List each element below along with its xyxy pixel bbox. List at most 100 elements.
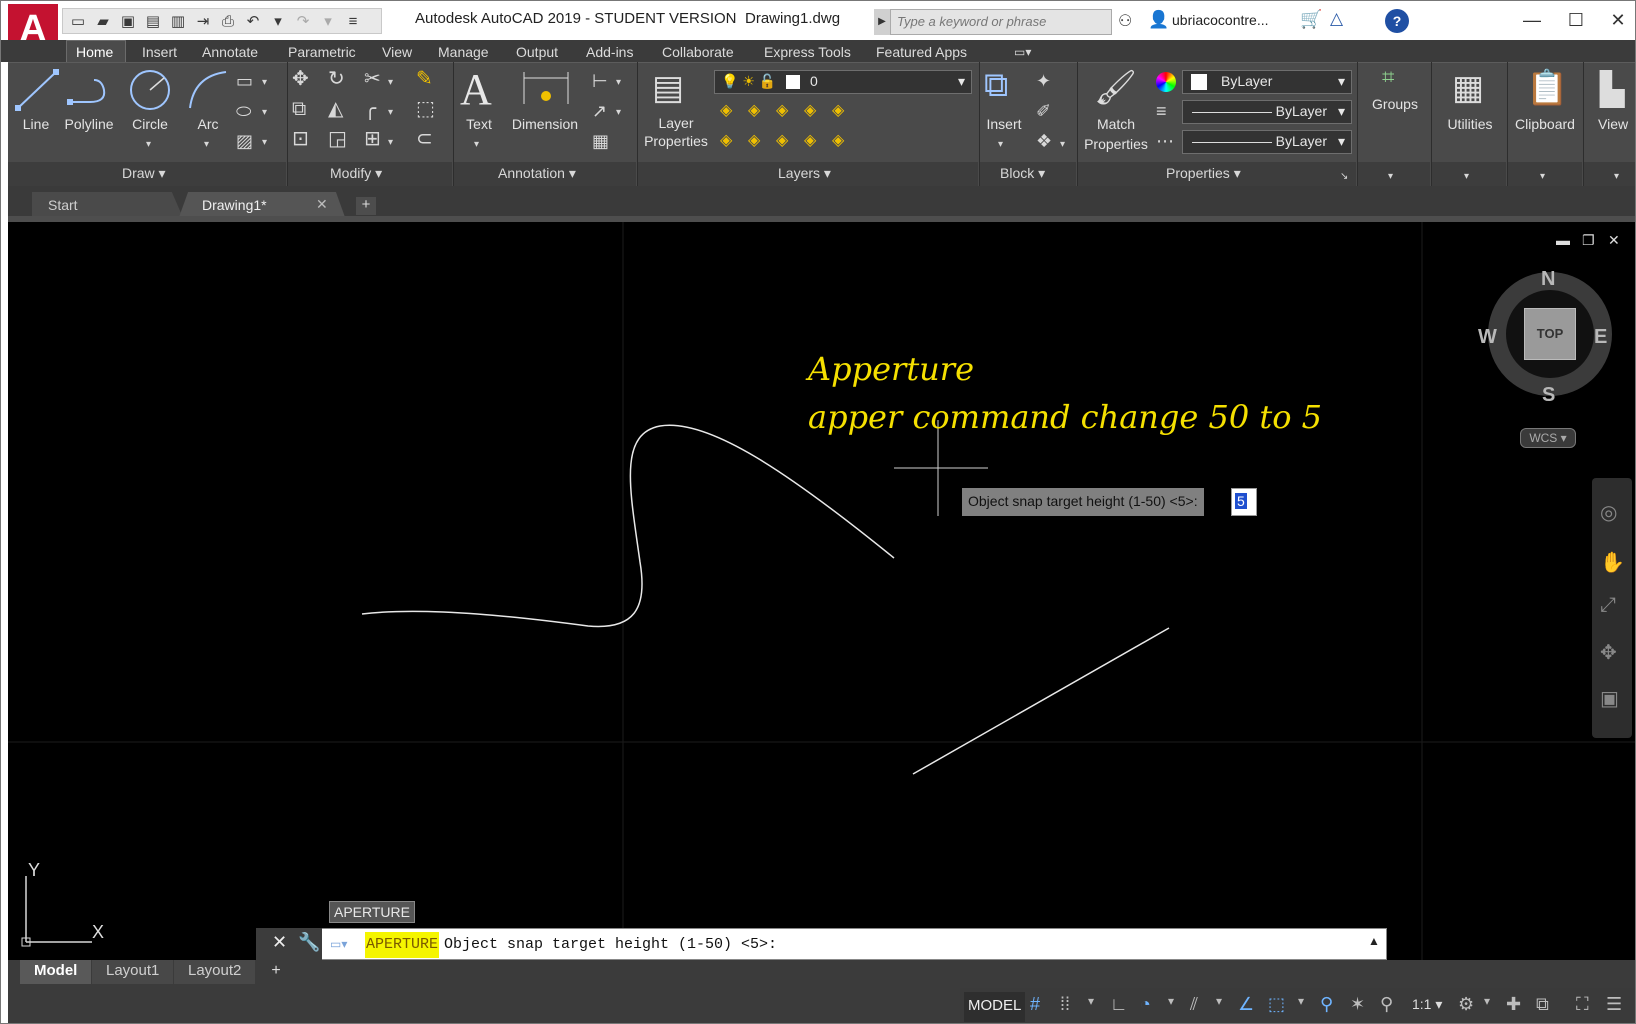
clipboard-icon[interactable]: 📋 [1526,68,1568,108]
customize-qat-icon[interactable]: ≡ [342,10,364,32]
command-history-icon[interactable]: ▲ [1368,934,1380,948]
trim-dropdown-icon[interactable]: ▾ [388,74,393,92]
circle-button[interactable]: Circle [128,116,172,132]
wcs-menu[interactable]: WCS ▾ [1520,428,1576,448]
model-space-button[interactable]: MODEL [964,992,1026,1022]
line-segment[interactable] [912,627,1170,775]
tab-output[interactable]: Output [516,42,558,64]
stretch-icon[interactable]: ⊡ [292,129,309,149]
command-prompt[interactable]: Object snap target height (1-50) <5>: [444,936,777,953]
save-icon[interactable]: ▣ [117,10,139,32]
compass-south[interactable]: S [1542,384,1555,407]
circle-dropdown-icon[interactable]: ▾ [146,136,151,154]
annotation-panel-title[interactable]: Annotation ▾ [498,165,576,182]
a360-icon[interactable]: △ [1330,9,1343,29]
cart-icon[interactable]: 🛒 [1300,9,1322,30]
groups-expand-icon[interactable]: ▾ [1388,168,1393,186]
user-icon[interactable]: 👤 [1148,10,1169,30]
open-folder-icon[interactable]: ▰ [92,10,114,32]
compass-north[interactable]: N [1541,268,1555,291]
compass-east[interactable]: E [1594,326,1607,349]
viewport-minimize-icon[interactable]: ▬ [1556,232,1570,248]
block-panel-title[interactable]: Block ▾ [1000,165,1045,182]
arc-icon[interactable] [186,68,230,112]
recent-commands-icon[interactable]: ▭▾ [330,937,347,951]
calculator-icon[interactable]: ▦ [1452,68,1484,108]
close-window-icon[interactable]: ✕ [1598,6,1636,34]
object-snap-dropdown-icon[interactable]: ▾ [1298,994,1304,1008]
layer-tool-4-icon[interactable]: ◈ [804,102,816,120]
undo-icon[interactable]: ↶ [242,10,264,32]
array-dropdown-icon[interactable]: ▾ [388,134,393,152]
text-dropdown-icon[interactable]: ▾ [474,136,479,154]
orbit-icon[interactable]: ✥ [1600,640,1617,665]
signin-username[interactable]: ubriacocontre... [1172,12,1269,28]
layer-tool-1-icon[interactable]: ◈ [720,102,732,120]
insert-dropdown-icon[interactable]: ▾ [998,136,1003,154]
block-attributes-icon[interactable]: ❖ [1036,132,1052,150]
utilities-expand-icon[interactable]: ▾ [1464,168,1469,186]
clipboard-expand-icon[interactable]: ▾ [1540,168,1545,186]
help-icon[interactable]: ? [1385,9,1409,33]
snap-icon[interactable]: ⁞⁞ [1060,994,1070,1015]
text-icon[interactable]: A [460,64,492,115]
new-file-icon[interactable]: ▭ [67,10,89,32]
view-panel-icon[interactable]: ▙ [1600,70,1625,108]
showmotion-icon[interactable]: ▣ [1600,686,1619,711]
command-close-icon[interactable]: ✕ [272,932,287,953]
tab-parametric[interactable]: Parametric [288,42,356,64]
grid-icon[interactable]: # [1030,994,1040,1015]
search-expand-icon[interactable]: ▶ [874,9,890,35]
polar-dropdown-icon[interactable]: ▾ [1168,994,1174,1008]
view-expand-icon[interactable]: ▾ [1614,168,1619,186]
new-layout-icon[interactable]: + [264,962,288,982]
move-icon[interactable]: ✥ [292,69,309,89]
copy-icon[interactable]: ⧉ [292,99,306,119]
spline-curve[interactable] [361,424,895,628]
groups-button[interactable]: Groups [1364,96,1426,112]
layer-dropdown[interactable]: 💡 ☀ 🔓 0 ▾ [714,70,972,94]
annotation-visibility-icon[interactable]: ⚲ [1320,994,1333,1015]
isodraft-icon[interactable]: ⫽ [1190,994,1198,1015]
maximize-icon[interactable]: ☐ [1556,6,1596,34]
arc-button[interactable]: Arc [190,116,226,132]
leader-icon[interactable]: ⊢ [592,72,608,90]
layer-tool-2-icon[interactable]: ◈ [748,102,760,120]
trim-icon[interactable]: ✂ [364,69,381,89]
save-as-icon[interactable]: ▤ [142,10,164,32]
groups-icon[interactable]: ⌗ [1382,66,1394,88]
rotate-icon[interactable]: ↻ [328,69,345,89]
mirror-icon[interactable]: ◭ [328,99,343,119]
view-button[interactable]: View [1598,116,1636,132]
tab-insert[interactable]: Insert [142,42,177,64]
isodraft-dropdown-icon[interactable]: ▾ [1216,994,1222,1008]
workspace-gear-icon[interactable]: ⚙ [1458,994,1474,1015]
polar-tracking-icon[interactable]: ◔ [1140,994,1151,1015]
multileader-dropdown-icon[interactable]: ▾ [616,104,621,122]
clean-screen-icon[interactable]: ⛶ [1576,994,1589,1015]
steering-wheel-icon[interactable]: ◎ [1600,500,1617,525]
redo-dropdown-icon[interactable]: ▾ [317,10,339,32]
object-snap-tracking-icon[interactable]: ∠ [1238,994,1254,1015]
search-input[interactable]: Type a keyword or phrase [890,9,1112,35]
multileader-icon[interactable]: ↗ [592,102,607,120]
ortho-icon[interactable]: ∟ [1110,994,1128,1015]
layers-panel-title[interactable]: Layers ▾ [778,165,831,182]
properties-panel-title[interactable]: Properties ▾ [1166,165,1241,182]
layer-properties-icon[interactable]: ▤ [652,68,684,108]
utilities-button[interactable]: Utilities [1436,116,1504,132]
layout-tab-model[interactable]: Model [20,960,92,984]
dynamic-input-field[interactable]: 5 [1231,488,1257,516]
new-tab-icon[interactable]: + [356,197,376,215]
tab-view[interactable]: View [382,42,412,64]
layout-tab-layout2[interactable]: Layout2 [174,960,256,984]
create-block-icon[interactable]: ✦ [1036,72,1051,90]
edit-block-icon[interactable]: ✐ [1036,102,1051,120]
ellipse-dropdown-icon[interactable]: ▾ [262,104,267,122]
viewport-restore-icon[interactable]: ❐ [1582,232,1595,249]
polyline-icon[interactable] [66,72,110,108]
text-button[interactable]: Text [460,116,498,132]
layer-tool-10-icon[interactable]: ◈ [832,132,844,150]
circle-icon[interactable] [128,68,172,112]
tab-addins[interactable]: Add-ins [586,42,633,64]
